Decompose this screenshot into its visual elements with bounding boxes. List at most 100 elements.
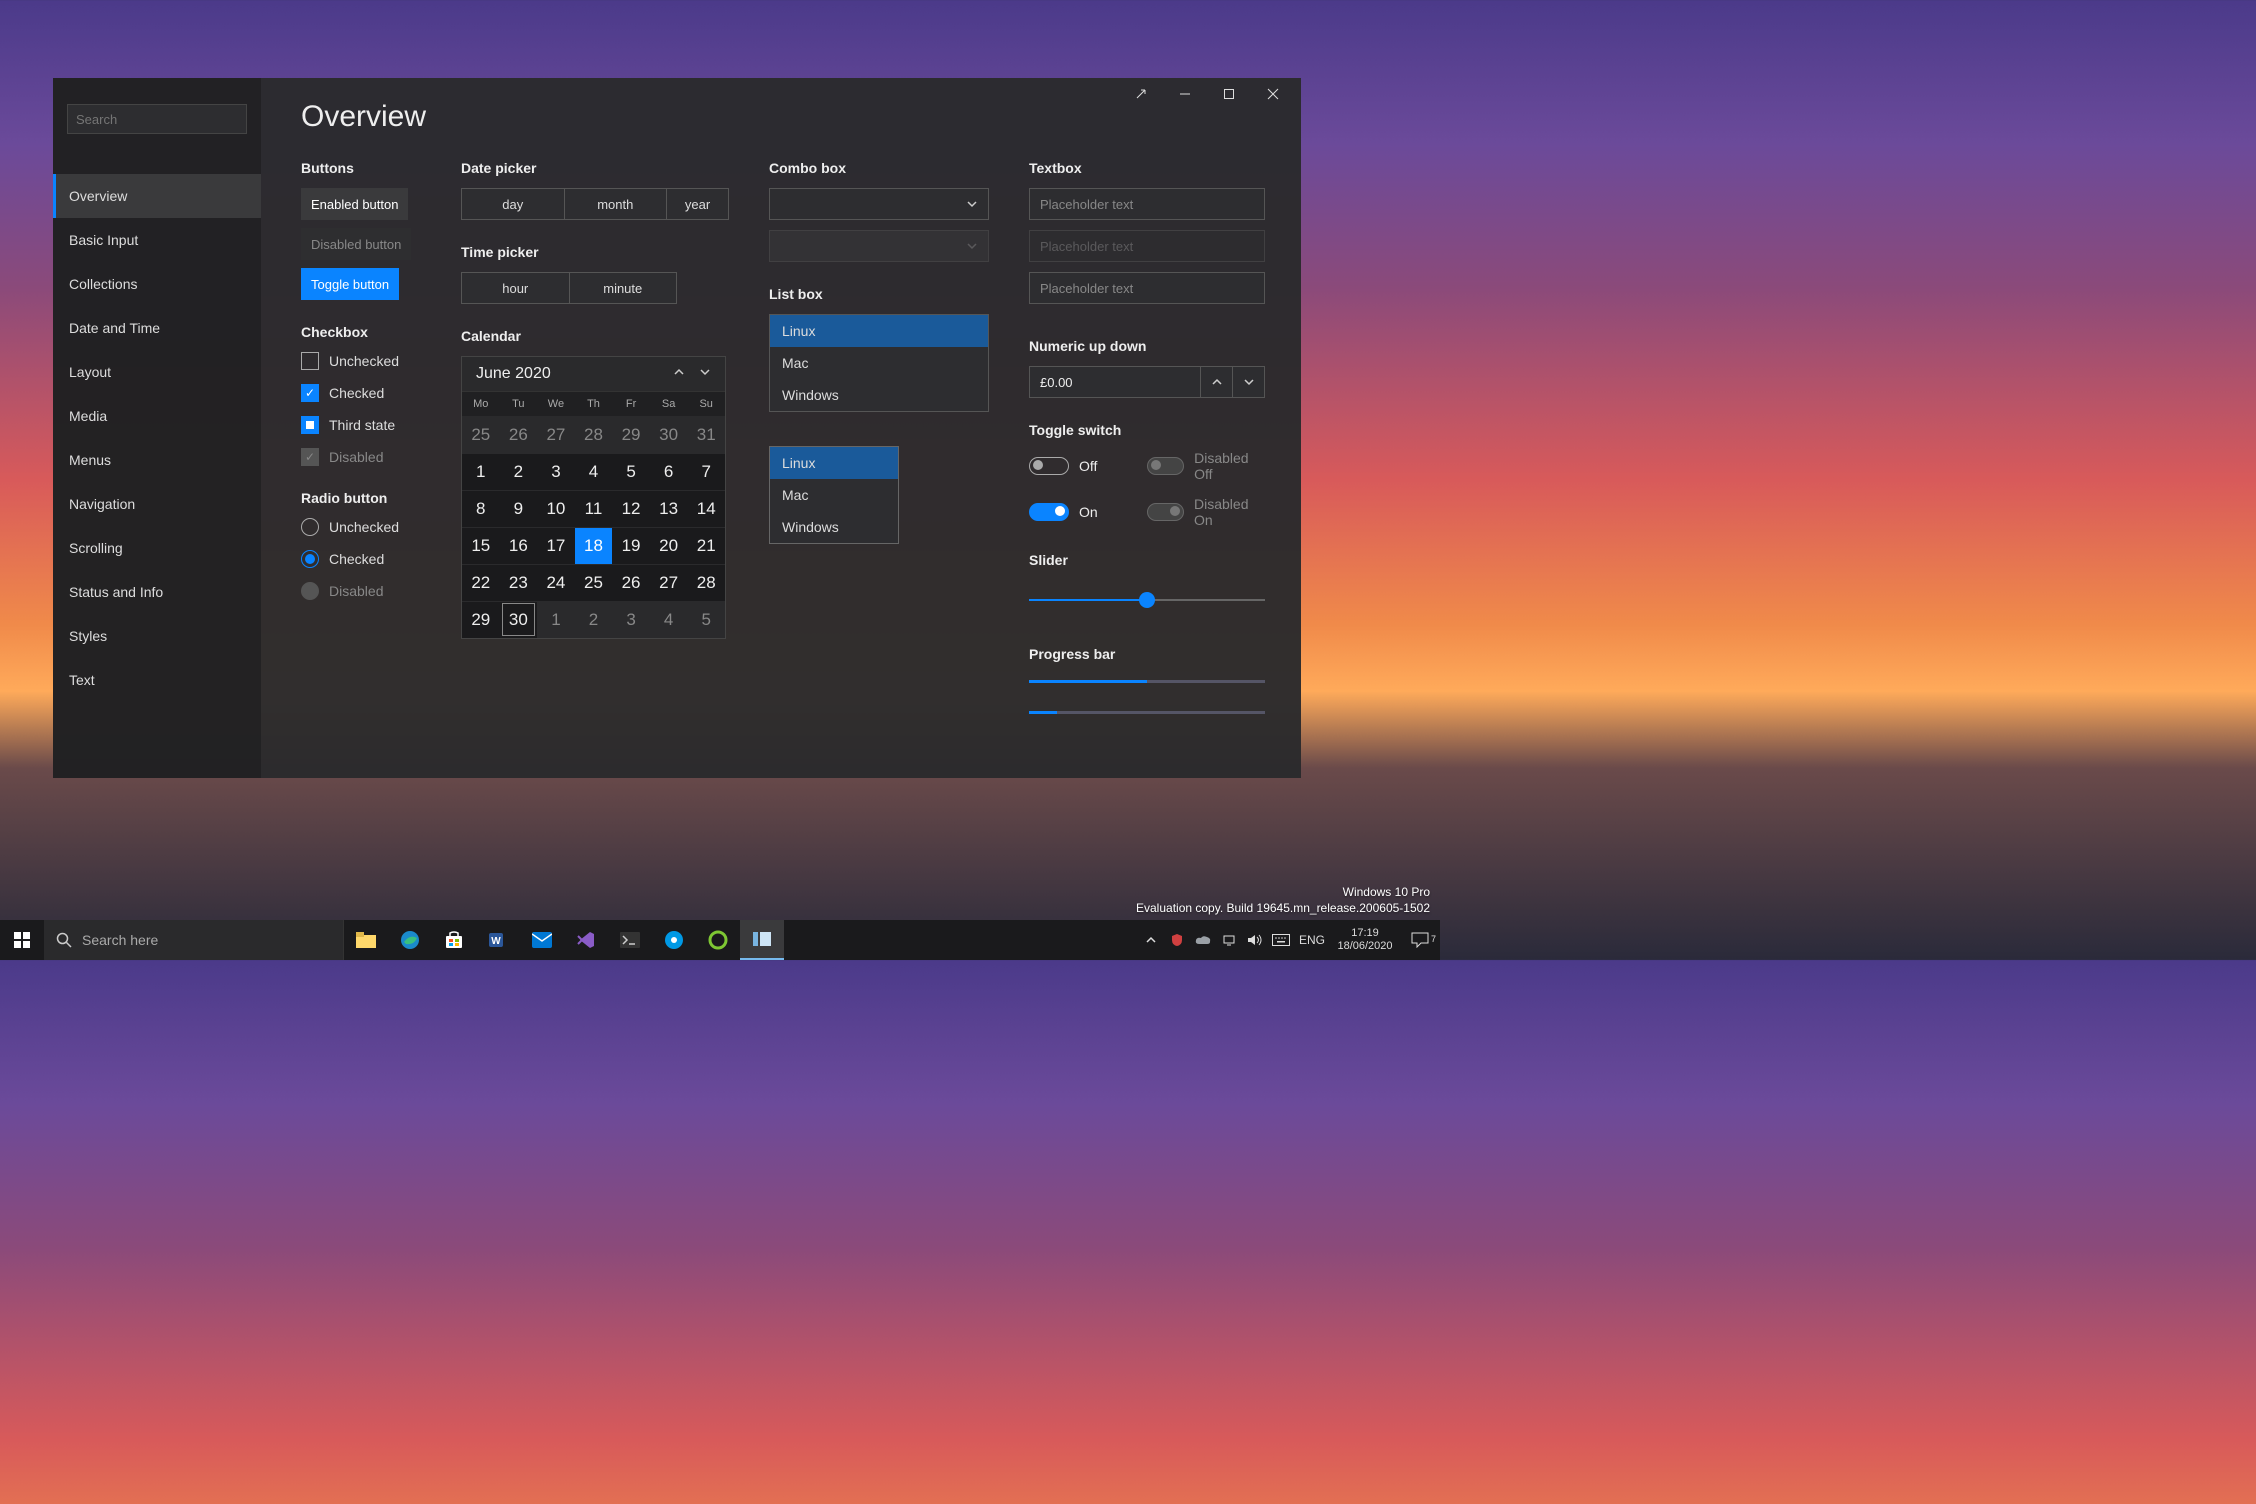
calendar-day[interactable]: 28 [687, 564, 725, 601]
taskbar-terminal-icon[interactable] [608, 920, 652, 960]
calendar-day[interactable]: 6 [650, 453, 688, 490]
calendar-day[interactable]: 31 [687, 416, 725, 453]
numeric-value[interactable]: £0.00 [1030, 367, 1200, 397]
calendar-day[interactable]: 28 [575, 416, 613, 453]
listbox-item[interactable]: Windows [770, 379, 988, 411]
calendar-day[interactable]: 2 [575, 601, 613, 638]
checkbox-unchecked[interactable]: Unchecked [301, 352, 421, 370]
taskbar-app-green-icon[interactable] [696, 920, 740, 960]
tray-security-icon[interactable] [1164, 920, 1190, 960]
calendar-prev-icon[interactable] [673, 365, 685, 383]
taskbar-current-app-icon[interactable] [740, 920, 784, 960]
toggle-on[interactable]: On [1029, 496, 1147, 528]
checkbox-checked[interactable]: ✓Checked [301, 384, 421, 402]
nav-item-text[interactable]: Text [53, 658, 261, 702]
calendar-day[interactable]: 1 [462, 453, 500, 490]
tray-network-icon[interactable] [1216, 920, 1242, 960]
listbox-item[interactable]: Linux [770, 315, 988, 347]
time-picker-minute[interactable]: minute [570, 273, 677, 303]
listbox-item[interactable]: Mac [770, 479, 898, 511]
checkbox-third-state[interactable]: Third state [301, 416, 421, 434]
time-picker[interactable]: hour minute [461, 272, 677, 304]
taskbar-search[interactable]: Search here [44, 920, 344, 960]
calendar-next-icon[interactable] [699, 365, 711, 383]
tray-action-center-icon[interactable]: 7 [1400, 932, 1440, 948]
calendar-day[interactable]: 1 [537, 601, 575, 638]
calendar-day[interactable]: 26 [612, 564, 650, 601]
numeric-updown[interactable]: £0.00 [1029, 366, 1265, 398]
tray-onedrive-icon[interactable] [1190, 920, 1216, 960]
listbox-item[interactable]: Mac [770, 347, 988, 379]
toggle-button[interactable]: Toggle button [301, 268, 399, 300]
nav-item-date-and-time[interactable]: Date and Time [53, 306, 261, 350]
taskbar-app-blue-icon[interactable] [652, 920, 696, 960]
calendar-title[interactable]: June 2020 [476, 365, 551, 383]
tray-volume-icon[interactable] [1242, 920, 1268, 960]
calendar-day[interactable]: 7 [687, 453, 725, 490]
minimize-button[interactable] [1163, 82, 1207, 106]
combobox[interactable] [769, 188, 989, 220]
taskbar-edge-icon[interactable] [388, 920, 432, 960]
calendar-day[interactable]: 11 [575, 490, 613, 527]
maximize-button[interactable] [1207, 82, 1251, 106]
time-picker-hour[interactable]: hour [462, 273, 570, 303]
calendar-day[interactable]: 15 [462, 527, 500, 564]
calendar-day[interactable]: 22 [462, 564, 500, 601]
nav-item-media[interactable]: Media [53, 394, 261, 438]
calendar-day[interactable]: 23 [500, 564, 538, 601]
calendar-day[interactable]: 10 [537, 490, 575, 527]
enabled-button[interactable]: Enabled button [301, 188, 408, 220]
listbox-item[interactable]: Linux [770, 447, 898, 479]
listbox-2[interactable]: LinuxMacWindows [769, 446, 899, 544]
calendar-day[interactable]: 16 [500, 527, 538, 564]
toggle-off[interactable]: Off [1029, 450, 1147, 482]
nav-item-basic-input[interactable]: Basic Input [53, 218, 261, 262]
calendar-day[interactable]: 30 [650, 416, 688, 453]
tray-keyboard-icon[interactable] [1268, 920, 1294, 960]
calendar-day[interactable]: 12 [612, 490, 650, 527]
calendar-day[interactable]: 8 [462, 490, 500, 527]
calendar-day[interactable]: 3 [612, 601, 650, 638]
nav-item-status-and-info[interactable]: Status and Info [53, 570, 261, 614]
taskbar-word-icon[interactable]: W [476, 920, 520, 960]
calendar-day[interactable]: 29 [462, 601, 500, 638]
sidebar-search-input[interactable] [67, 104, 247, 134]
calendar-day[interactable]: 25 [575, 564, 613, 601]
nav-item-layout[interactable]: Layout [53, 350, 261, 394]
nav-item-menus[interactable]: Menus [53, 438, 261, 482]
calendar-day[interactable]: 3 [537, 453, 575, 490]
calendar-day[interactable]: 21 [687, 527, 725, 564]
start-button[interactable] [0, 920, 44, 960]
numeric-up-button[interactable] [1200, 367, 1232, 397]
date-picker-month[interactable]: month [565, 189, 668, 219]
tray-clock[interactable]: 17:1918/06/2020 [1330, 920, 1400, 960]
calendar-day[interactable]: 14 [687, 490, 725, 527]
date-picker-year[interactable]: year [667, 189, 728, 219]
calendar-day[interactable]: 27 [650, 564, 688, 601]
calendar-day[interactable]: 9 [500, 490, 538, 527]
taskbar-store-icon[interactable] [432, 920, 476, 960]
calendar-day[interactable]: 4 [650, 601, 688, 638]
nav-item-overview[interactable]: Overview [53, 174, 261, 218]
calendar-day[interactable]: 25 [462, 416, 500, 453]
nav-item-styles[interactable]: Styles [53, 614, 261, 658]
calendar-day[interactable]: 30 [500, 601, 538, 638]
calendar-day[interactable]: 26 [500, 416, 538, 453]
calendar-day[interactable]: 13 [650, 490, 688, 527]
calendar-day[interactable]: 20 [650, 527, 688, 564]
listbox-item[interactable]: Windows [770, 511, 898, 543]
nav-item-scrolling[interactable]: Scrolling [53, 526, 261, 570]
nav-item-collections[interactable]: Collections [53, 262, 261, 306]
radio-unchecked[interactable]: Unchecked [301, 518, 421, 536]
calendar-day[interactable]: 5 [612, 453, 650, 490]
radio-checked[interactable]: Checked [301, 550, 421, 568]
textbox-1[interactable] [1029, 188, 1265, 220]
tray-chevron-up-icon[interactable] [1138, 920, 1164, 960]
numeric-down-button[interactable] [1232, 367, 1264, 397]
back-diagonal-icon[interactable] [1119, 82, 1163, 106]
calendar-day[interactable]: 29 [612, 416, 650, 453]
taskbar-mail-icon[interactable] [520, 920, 564, 960]
nav-item-navigation[interactable]: Navigation [53, 482, 261, 526]
slider-thumb[interactable] [1139, 592, 1155, 608]
close-button[interactable] [1251, 82, 1295, 106]
